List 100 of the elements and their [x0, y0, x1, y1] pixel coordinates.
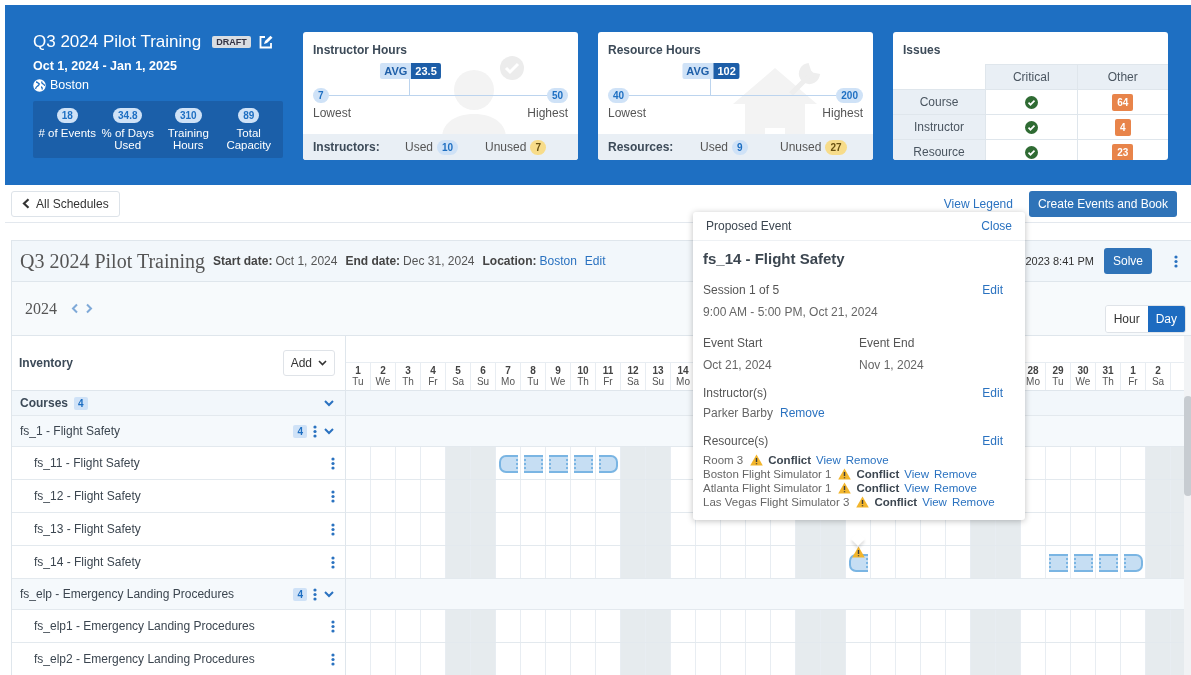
- timestamp: 2023 8:41 PM: [1025, 255, 1094, 267]
- edit-link[interactable]: Edit: [584, 254, 606, 268]
- resources-label: Resource(s): [703, 434, 769, 448]
- schedule-heading: Q3 2024 Pilot Training: [20, 249, 206, 273]
- view-link[interactable]: View: [816, 454, 841, 466]
- column-header: Other: [1076, 64, 1168, 89]
- course-group-label: fs_1 - Flight Safety: [20, 424, 121, 438]
- count-badge: 4: [293, 587, 307, 601]
- solve-button[interactable]: Solve: [1103, 248, 1152, 274]
- used-label: Used: [700, 140, 728, 154]
- view-link[interactable]: View: [922, 496, 947, 508]
- conflict-label: Conflict: [856, 468, 900, 480]
- row-header: Instructor: [893, 114, 985, 139]
- column-header: Critical: [985, 64, 1077, 89]
- stat-label: % of Days Used: [100, 127, 155, 151]
- course-label: fs_13 - Flight Safety: [34, 522, 141, 536]
- issue-count[interactable]: 4: [1114, 118, 1131, 136]
- remove-link[interactable]: Remove: [845, 454, 889, 466]
- weekday-label: Sa: [1151, 376, 1165, 387]
- weekday-label: Su: [651, 376, 665, 387]
- view-tab[interactable]: Day: [1147, 305, 1185, 332]
- add-dropdown[interactable]: Add: [282, 350, 335, 376]
- weekday-label: Sa: [626, 376, 640, 387]
- weekday-label: We: [550, 376, 566, 387]
- day-number: 11: [602, 365, 614, 376]
- day-number: 5: [455, 365, 461, 376]
- day-number: 8: [530, 365, 536, 376]
- close-link[interactable]: Close: [981, 219, 1012, 233]
- edit-link[interactable]: Edit: [982, 386, 1003, 400]
- weekday-label: Th: [1102, 376, 1114, 387]
- stat-value: 18: [56, 108, 78, 123]
- issue-count[interactable]: 23: [1112, 143, 1134, 160]
- day-number: 31: [1102, 365, 1114, 376]
- view-link[interactable]: View: [904, 482, 929, 494]
- schedule-title: Q3 2024 Pilot Training: [33, 32, 202, 52]
- legend-link[interactable]: View Legend: [943, 196, 1013, 211]
- weekday-label: Sa: [451, 376, 465, 387]
- weekday-label: We: [375, 376, 391, 387]
- unused-count: 7: [530, 139, 546, 155]
- unused-label: Unused: [485, 140, 527, 154]
- weekday-label: Su: [476, 376, 490, 387]
- card-title: Issues: [902, 42, 942, 59]
- highest-value: 200: [836, 88, 863, 103]
- start-date: Oct 21, 2024: [703, 358, 773, 372]
- average-label: AVG: [682, 63, 714, 79]
- card-title: Resource Hours: [608, 43, 702, 57]
- end-date: Nov 1, 2024: [859, 358, 925, 372]
- view-link[interactable]: View: [904, 468, 929, 480]
- field-label: End date:: [345, 254, 401, 268]
- field-value: Dec 31, 2024: [403, 254, 475, 268]
- stat-value: 89: [238, 108, 260, 123]
- day-number: 2: [380, 365, 386, 376]
- course-label: fs_12 - Flight Safety: [34, 489, 141, 503]
- create-button[interactable]: Create Events and Book: [1028, 190, 1177, 217]
- issue-count[interactable]: 64: [1112, 93, 1134, 111]
- weekday-label: Fr: [1128, 376, 1138, 387]
- course-label: fs_14 - Flight Safety: [34, 555, 141, 569]
- edit-link[interactable]: Edit: [982, 434, 1003, 448]
- edit-link[interactable]: Edit: [982, 283, 1003, 297]
- back-button[interactable]: All Schedules: [11, 190, 120, 217]
- course-group-label: fs_elp - Emergency Landing Procedures: [20, 587, 235, 601]
- highest-value: 50: [546, 88, 568, 103]
- field-label: Location:: [482, 254, 537, 268]
- day-number: 29: [1052, 365, 1064, 376]
- day-number: 3: [405, 365, 411, 376]
- remove-link[interactable]: Remove: [934, 468, 977, 480]
- session-label: Session 1 of 5: [703, 283, 780, 297]
- footer-label: Resources:: [608, 140, 675, 154]
- status-badge: DRAFT: [212, 36, 251, 48]
- day-number: 30: [1077, 365, 1089, 376]
- average-label: AVG: [380, 63, 412, 79]
- unused-label: Unused: [780, 140, 822, 154]
- weekday-label: Th: [402, 376, 414, 387]
- lowest-label: Lowest: [608, 106, 647, 120]
- remove-link[interactable]: Remove: [780, 406, 825, 420]
- average-value: 102: [713, 63, 740, 79]
- weekday-label: Fr: [603, 376, 613, 387]
- popover-title: Proposed Event: [706, 219, 792, 233]
- field-value: Oct 1, 2024: [275, 254, 338, 268]
- year-label: 2024: [25, 299, 57, 318]
- day-number: 12: [627, 365, 639, 376]
- resource-name: Room 3: [703, 454, 744, 466]
- weekday-label: Tu: [352, 376, 364, 387]
- conflict-label: Conflict: [856, 482, 900, 494]
- stat-label: Total Capacity: [225, 127, 273, 151]
- weekday-label: Tu: [527, 376, 539, 387]
- day-number: 10: [577, 365, 589, 376]
- day-number: 28: [1027, 365, 1039, 376]
- remove-link[interactable]: Remove: [934, 482, 977, 494]
- resource-name: Boston Flight Simulator 1: [703, 468, 832, 480]
- weekday-label: We: [1075, 376, 1091, 387]
- resource-name: Atlanta Flight Simulator 1: [703, 482, 832, 494]
- remove-link[interactable]: Remove: [951, 496, 995, 508]
- conflict-label: Conflict: [874, 496, 918, 508]
- location-link[interactable]: Boston: [539, 254, 577, 268]
- weekday-label: Fr: [428, 376, 438, 387]
- view-tab[interactable]: Hour: [1105, 305, 1148, 332]
- event-title: fs_14 - Flight Safety: [703, 250, 846, 267]
- stat-label: # of Events: [38, 127, 96, 139]
- day-number: 14: [677, 365, 689, 376]
